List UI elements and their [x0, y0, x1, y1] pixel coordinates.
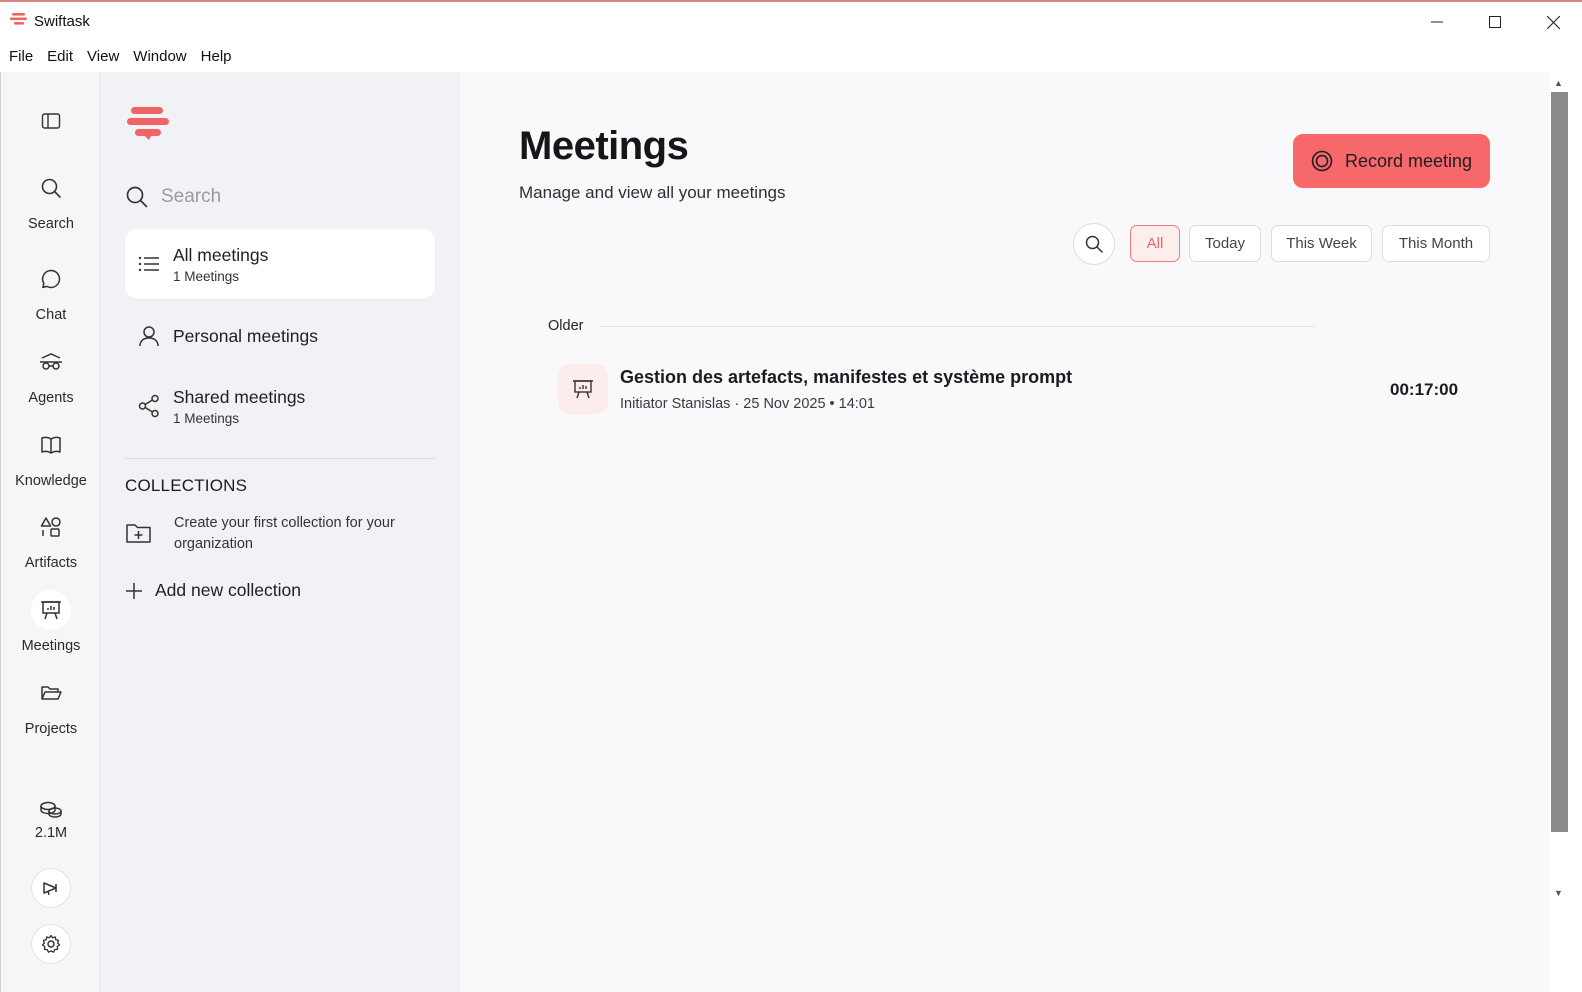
nav-personal-meetings-title: Personal meetings [173, 325, 318, 346]
nav-all-meetings[interactable]: All meetings 1 Meetings [125, 229, 435, 299]
record-icon [1311, 150, 1333, 172]
chat-icon [31, 259, 71, 299]
coins-icon [31, 795, 71, 823]
section-label-older: Older [548, 318, 584, 334]
swiftask-brand-logo-icon [127, 107, 169, 140]
swiftask-logo-icon [10, 13, 27, 25]
scroll-up-arrow-icon[interactable]: ▲ [1554, 78, 1563, 88]
folder-plus-icon [125, 513, 157, 555]
filter-this-month[interactable]: This Month [1382, 225, 1490, 262]
menu-file[interactable]: File [2, 48, 40, 65]
collections-empty-text: Create your first collection for your or… [174, 515, 395, 552]
rail-item-chat[interactable]: Chat [1, 259, 101, 323]
collections-heading: COLLECTIONS [125, 476, 248, 495]
megaphone-icon [43, 882, 57, 896]
add-collection-button[interactable]: Add new collection [125, 580, 301, 601]
menu-window[interactable]: Window [126, 48, 193, 65]
menu-edit[interactable]: Edit [40, 48, 80, 65]
rail-label-chat: Chat [35, 307, 67, 323]
window-title: Swiftask [34, 13, 90, 30]
meeting-duration: 00:17:00 [1390, 380, 1459, 399]
share-icon [133, 394, 165, 418]
sidebar-search-input[interactable] [161, 186, 421, 208]
rail-label-knowledge: Knowledge [15, 473, 87, 489]
add-collection-label: Add new collection [155, 580, 301, 600]
rail-label-projects: Projects [24, 721, 78, 737]
page-title: Meetings [519, 124, 689, 168]
nav-shared-meetings-title: Shared meetings [173, 386, 306, 407]
search-icon [31, 168, 71, 208]
agents-icon [31, 342, 71, 382]
toggle-sidebar-button[interactable] [1, 101, 101, 141]
section-divider [600, 326, 1315, 327]
sidebar-toggle-icon [31, 101, 71, 141]
nav-all-meetings-title: All meetings [173, 244, 269, 265]
title-bar: Swiftask [0, 0, 1582, 40]
settings-button[interactable] [31, 924, 71, 964]
record-meeting-button[interactable]: Record meeting [1293, 134, 1490, 188]
rail-label-search: Search [28, 216, 74, 232]
meeting-meta: Initiator Stanislas · 25 Nov 2025 • 14:0… [620, 396, 875, 412]
nav-personal-meetings[interactable]: Personal meetings [125, 301, 435, 371]
list-icon [133, 255, 165, 273]
meeting-list-item[interactable]: Gestion des artefacts, manifestes et sys… [558, 364, 1458, 416]
rail-item-knowledge[interactable]: Knowledge [1, 425, 101, 489]
filter-today[interactable]: Today [1189, 225, 1261, 262]
minimize-button[interactable] [1408, 2, 1466, 42]
scrollbar-thumb[interactable] [1551, 92, 1568, 832]
rail-label-meetings: Meetings [21, 638, 81, 654]
rail-item-search[interactable]: Search [1, 168, 101, 232]
rail-item-meetings[interactable]: Meetings [1, 590, 101, 654]
credits-value: 2.1M [34, 825, 68, 841]
rail-label-agents: Agents [28, 390, 74, 406]
page-subtitle: Manage and view all your meetings [519, 183, 786, 202]
record-meeting-label: Record meeting [1344, 150, 1473, 171]
nav-all-meetings-count: 1 Meetings [173, 268, 240, 284]
presentation-icon [31, 590, 71, 630]
search-icon [1085, 235, 1103, 253]
credits-indicator[interactable]: 2.1M [1, 795, 101, 841]
shapes-icon [31, 507, 71, 547]
presentation-icon [558, 364, 608, 414]
sidebar-search [125, 180, 435, 214]
meetings-sidebar: All meetings 1 Meetings Personal meeting… [100, 72, 460, 992]
folder-open-icon [31, 673, 71, 713]
search-icon [126, 186, 148, 208]
filter-search-button[interactable] [1073, 223, 1115, 265]
plus-icon [126, 582, 142, 599]
collections-empty-state: Create your first collection for your or… [125, 513, 435, 555]
meeting-title: Gestion des artefacts, manifestes et sys… [620, 367, 1073, 387]
main-content: Meetings Manage and view all your meetin… [460, 72, 1550, 992]
sidebar-divider [125, 458, 435, 459]
rail-label-artifacts: Artifacts [24, 555, 78, 571]
book-icon [31, 425, 71, 465]
close-button[interactable] [1524, 2, 1582, 42]
icon-rail: Search Chat Agents Knowledge Artifacts M… [0, 72, 100, 992]
menu-help[interactable]: Help [194, 48, 239, 65]
gear-icon [41, 934, 61, 953]
menu-view[interactable]: View [80, 48, 126, 65]
filter-all[interactable]: All [1130, 225, 1180, 262]
rail-item-projects[interactable]: Projects [1, 673, 101, 737]
nav-shared-meetings-count: 1 Meetings [173, 410, 240, 426]
rail-item-artifacts[interactable]: Artifacts [1, 507, 101, 571]
user-icon [133, 325, 165, 347]
minimize-icon [1431, 21, 1443, 23]
menu-bar: File Edit View Window Help [0, 40, 1582, 72]
filter-this-week[interactable]: This Week [1271, 225, 1372, 262]
rail-item-agents[interactable]: Agents [1, 342, 101, 406]
nav-shared-meetings[interactable]: Shared meetings 1 Meetings [125, 371, 435, 441]
maximize-button[interactable] [1466, 2, 1524, 42]
scroll-down-arrow-icon[interactable]: ▼ [1554, 888, 1563, 898]
close-icon [1546, 15, 1560, 29]
feedback-button[interactable] [31, 868, 71, 908]
maximize-icon [1489, 16, 1501, 28]
